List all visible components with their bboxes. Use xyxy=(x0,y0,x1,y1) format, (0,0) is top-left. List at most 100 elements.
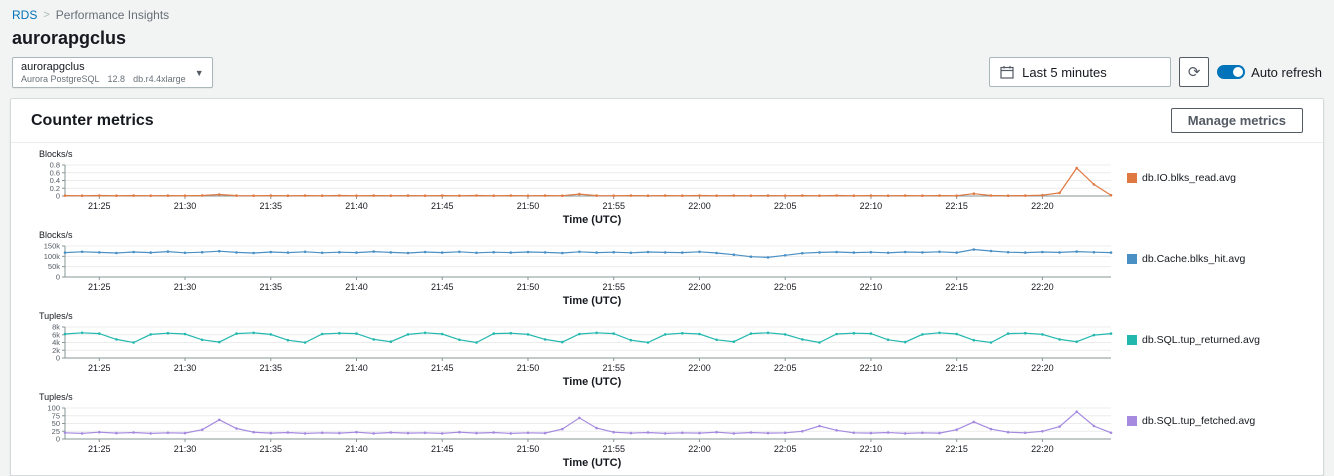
legend-label: db.SQL.tup_returned.avg xyxy=(1142,334,1260,346)
svg-text:0: 0 xyxy=(56,354,60,363)
chevron-down-icon: ▼ xyxy=(194,67,204,78)
instance-selector[interactable]: aurorapgclus Aurora PostgreSQL 12.8 db.r… xyxy=(12,57,213,88)
svg-text:22:15: 22:15 xyxy=(945,444,968,454)
y-axis-label: Tuples/s xyxy=(39,392,73,402)
svg-text:21:55: 21:55 xyxy=(602,444,625,454)
metric-chart-db.SQL.tup_fetched.avg: Tuples/s 0 25 50 75 100 21:25 21:30 21:35 21:40 21… xyxy=(27,392,1307,471)
panel-header: Counter metrics Manage metrics xyxy=(11,99,1323,143)
svg-text:22:20: 22:20 xyxy=(1031,201,1054,211)
svg-text:22:05: 22:05 xyxy=(774,201,797,211)
panel-title: Counter metrics xyxy=(31,111,154,129)
top-bar: RDS > Performance Insights aurorapgclus … xyxy=(0,0,1334,88)
svg-text:22:10: 22:10 xyxy=(860,363,883,373)
auto-refresh-label: Auto refresh xyxy=(1251,64,1322,80)
svg-text:22:05: 22:05 xyxy=(774,282,797,292)
svg-text:22:20: 22:20 xyxy=(1031,444,1054,454)
instance-version: 12.8 xyxy=(107,74,126,84)
page-title: aurorapgclus xyxy=(12,28,127,48)
svg-text:22:05: 22:05 xyxy=(774,363,797,373)
y-axis-label: Blocks/s xyxy=(39,149,73,159)
svg-text:21:45: 21:45 xyxy=(431,444,454,454)
svg-text:50k: 50k xyxy=(48,262,60,271)
svg-text:21:25: 21:25 xyxy=(88,201,111,211)
legend-swatch xyxy=(1127,335,1137,345)
svg-text:21:35: 21:35 xyxy=(260,282,283,292)
charts-container: Blocks/s 0 0.2 0.4 0.6 0.8 21:25 21:30 21:35 21:4… xyxy=(11,143,1323,475)
instance-class: db.r4.4xlarge xyxy=(133,74,186,84)
svg-text:21:45: 21:45 xyxy=(431,201,454,211)
instance-engine: Aurora PostgreSQL xyxy=(21,74,100,84)
svg-text:6k: 6k xyxy=(52,330,60,339)
svg-text:21:40: 21:40 xyxy=(345,282,368,292)
svg-text:25: 25 xyxy=(52,427,60,436)
breadcrumb-rds-link[interactable]: RDS xyxy=(12,8,37,22)
chart-plot-area[interactable]: 00.20.40.60.8 21:25 21:30 21:35 21:40 21:45 21… xyxy=(27,160,1117,214)
svg-text:2k: 2k xyxy=(52,346,60,355)
svg-text:21:35: 21:35 xyxy=(260,201,283,211)
legend-label: db.SQL.tup_fetched.avg xyxy=(1142,415,1256,427)
x-axis-label: Time (UTC) xyxy=(562,376,622,388)
counter-metrics-panel: Counter metrics Manage metrics Blocks/s 0… xyxy=(10,98,1324,476)
time-range-selector[interactable]: Last 5 minutes xyxy=(989,57,1172,87)
x-axis-label: Time (UTC) xyxy=(562,214,622,226)
svg-text:0: 0 xyxy=(56,273,60,282)
y-axis-label: Tuples/s xyxy=(39,311,73,321)
chart-plot-area[interactable]: 02k4k6k8k 21:25 21:30 21:35 21:40 21:45 21:50 2… xyxy=(27,322,1117,376)
svg-text:21:45: 21:45 xyxy=(431,363,454,373)
manage-metrics-button[interactable]: Manage metrics xyxy=(1170,108,1303,133)
toggle-knob xyxy=(1233,67,1244,77)
svg-text:21:30: 21:30 xyxy=(174,363,197,373)
svg-text:21:30: 21:30 xyxy=(174,201,197,211)
auto-refresh-control: Auto refresh xyxy=(1217,65,1322,80)
svg-text:22:00: 22:00 xyxy=(688,363,711,373)
svg-text:22:00: 22:00 xyxy=(688,444,711,454)
svg-text:22:15: 22:15 xyxy=(945,282,968,292)
svg-text:21:25: 21:25 xyxy=(88,363,111,373)
legend-swatch xyxy=(1127,173,1137,183)
svg-text:0: 0 xyxy=(56,192,60,201)
auto-refresh-toggle[interactable] xyxy=(1217,65,1246,79)
chart-legend: db.Cache.blks_hit.avg xyxy=(1127,253,1245,265)
metric-chart-db.SQL.tup_returned.avg: Tuples/s 0 2k 4k 6k 8k 21:25 21:30 21:35 21:40 21:… xyxy=(27,311,1307,390)
svg-text:21:50: 21:50 xyxy=(517,201,540,211)
svg-text:21:50: 21:50 xyxy=(517,363,540,373)
refresh-icon: ⟳ xyxy=(1187,64,1201,81)
metric-chart-db.IO.blks_read.avg: Blocks/s 0 0.2 0.4 0.6 0.8 21:25 21:30 21:35 21:4… xyxy=(27,149,1307,228)
svg-text:21:35: 21:35 xyxy=(260,444,283,454)
svg-text:21:45: 21:45 xyxy=(431,282,454,292)
svg-text:21:40: 21:40 xyxy=(345,363,368,373)
svg-text:22:10: 22:10 xyxy=(860,444,883,454)
svg-text:22:15: 22:15 xyxy=(945,363,968,373)
svg-text:22:00: 22:00 xyxy=(688,282,711,292)
refresh-button[interactable]: ⟳ xyxy=(1179,57,1210,87)
svg-text:21:50: 21:50 xyxy=(517,444,540,454)
svg-text:0.2: 0.2 xyxy=(50,184,60,193)
svg-text:21:55: 21:55 xyxy=(602,282,625,292)
chart-plot-area[interactable]: 0255075100 21:25 21:30 21:35 21:40 21:45 21:50… xyxy=(27,403,1117,457)
svg-text:22:10: 22:10 xyxy=(860,282,883,292)
x-axis-label: Time (UTC) xyxy=(562,295,622,307)
legend-swatch xyxy=(1127,416,1137,426)
x-axis-label: Time (UTC) xyxy=(562,457,622,469)
time-range-value: Last 5 minutes xyxy=(1022,64,1107,80)
chart-legend: db.SQL.tup_returned.avg xyxy=(1127,334,1260,346)
svg-text:4k: 4k xyxy=(52,338,60,347)
y-axis-label: Blocks/s xyxy=(39,230,73,240)
svg-text:0.4: 0.4 xyxy=(50,176,60,185)
svg-text:100: 100 xyxy=(47,404,60,413)
svg-text:22:20: 22:20 xyxy=(1031,363,1054,373)
svg-text:22:00: 22:00 xyxy=(688,201,711,211)
chart-legend: db.SQL.tup_fetched.avg xyxy=(1127,415,1255,427)
instance-meta: Aurora PostgreSQL 12.8 db.r4.4xlarge xyxy=(21,74,186,84)
chart-plot-area[interactable]: 0 50k100k150k 21:25 21:30 21:35 21:40 21:45 21:… xyxy=(27,241,1117,295)
svg-text:21:40: 21:40 xyxy=(345,444,368,454)
legend-label: db.Cache.blks_hit.avg xyxy=(1142,253,1246,265)
svg-text:22:20: 22:20 xyxy=(1031,282,1054,292)
svg-text:150k: 150k xyxy=(44,242,61,251)
breadcrumb-separator: > xyxy=(43,9,50,21)
svg-text:21:40: 21:40 xyxy=(345,201,368,211)
svg-text:22:05: 22:05 xyxy=(774,444,797,454)
legend-label: db.IO.blks_read.avg xyxy=(1142,172,1236,184)
svg-text:21:55: 21:55 xyxy=(602,201,625,211)
svg-text:21:35: 21:35 xyxy=(260,363,283,373)
